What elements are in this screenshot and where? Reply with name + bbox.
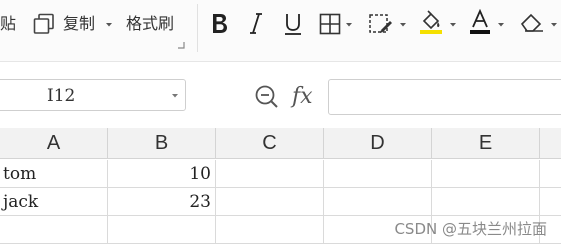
format-painter-button[interactable]: 格式刷 (126, 14, 174, 34)
font-color-icon[interactable] (468, 9, 492, 35)
cell-a1[interactable]: tom (0, 160, 108, 188)
cell-fill-icon[interactable] (368, 12, 394, 36)
paste-button-label[interactable]: 贴 (0, 14, 16, 34)
font-color-dropdown-chevron-icon[interactable] (497, 21, 505, 29)
column-header-e[interactable]: E (432, 128, 540, 159)
dialog-launcher-icon[interactable] (177, 41, 185, 49)
cell-a2[interactable]: jack (0, 188, 108, 216)
cell-d1[interactable] (324, 160, 432, 188)
cell-e2[interactable] (432, 188, 540, 216)
cell-d2[interactable] (324, 188, 432, 216)
insert-function-button[interactable]: fx (292, 84, 313, 109)
cell-f1[interactable] (540, 160, 561, 188)
copy-dropdown-chevron-icon[interactable] (105, 21, 113, 29)
cell-c3[interactable] (216, 216, 324, 244)
borders-icon[interactable] (319, 13, 341, 35)
column-header-f[interactable] (540, 128, 561, 159)
formula-input[interactable] (328, 79, 561, 115)
cell-e1[interactable] (432, 160, 540, 188)
cell-c2[interactable] (216, 188, 324, 216)
ribbon-toolbar: 贴 复制 格式刷 (0, 0, 561, 62)
cell-f2[interactable] (540, 188, 561, 216)
italic-icon[interactable] (247, 12, 265, 36)
cell-b3[interactable] (108, 216, 216, 244)
bold-icon[interactable] (209, 12, 231, 36)
highlight-color-icon[interactable] (418, 9, 444, 35)
cell-fill-dropdown-chevron-icon[interactable] (399, 21, 407, 29)
cell-b1[interactable]: 10 (108, 160, 216, 188)
copy-button[interactable]: 复制 (63, 14, 95, 34)
clear-icon[interactable] (519, 12, 545, 34)
column-header-a[interactable]: A (0, 128, 108, 159)
copy-icon[interactable] (33, 13, 55, 35)
highlight-dropdown-chevron-icon[interactable] (449, 21, 457, 29)
zoom-icon[interactable] (254, 84, 280, 110)
column-header-b[interactable]: B (108, 128, 216, 159)
cell-reference: I12 (47, 86, 76, 106)
name-box-chevron-icon[interactable] (171, 92, 179, 100)
borders-dropdown-chevron-icon[interactable] (345, 21, 353, 29)
clear-dropdown-chevron-icon[interactable] (550, 21, 558, 29)
watermark: CSDN @五块兰州拉面 (394, 220, 547, 238)
cell-b2[interactable]: 23 (108, 188, 216, 216)
column-header-c[interactable]: C (216, 128, 324, 159)
ribbon-separator (197, 4, 198, 52)
cell-c1[interactable] (216, 160, 324, 188)
column-header-d[interactable]: D (324, 128, 432, 159)
underline-icon[interactable] (282, 12, 304, 36)
name-box[interactable]: I12 (0, 79, 186, 111)
cell-a3[interactable] (0, 216, 108, 244)
